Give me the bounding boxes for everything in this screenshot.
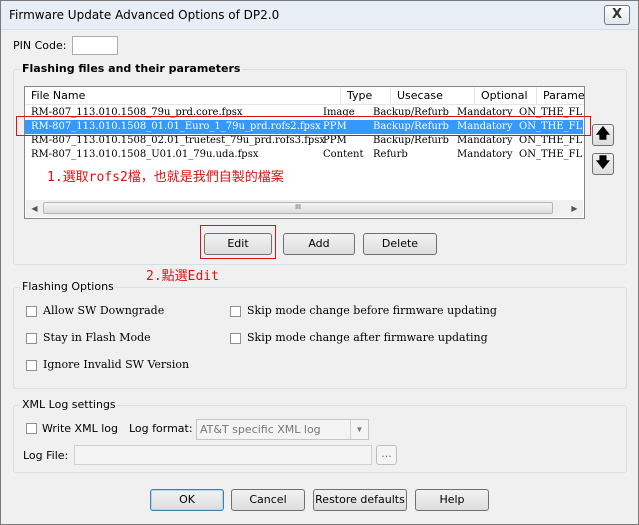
table-row[interactable]: RM-807_113.010.1508_U01.01_79u.uda.fpsx … bbox=[25, 148, 583, 162]
scroll-right-icon[interactable]: ▶ bbox=[567, 202, 582, 215]
horizontal-scrollbar[interactable]: ◀ III ▶ bbox=[26, 200, 583, 217]
cell-parameters: ON_THE_FL bbox=[519, 149, 583, 160]
ignore-invalid-sw-version-checkbox[interactable] bbox=[26, 360, 37, 371]
annotation-highlight-edit bbox=[200, 225, 276, 259]
chevron-down-icon: ▼ bbox=[350, 420, 368, 439]
column-header-parameters[interactable]: Parameters bbox=[537, 87, 584, 104]
stay-in-flash-mode-label[interactable]: Stay in Flash Mode bbox=[43, 331, 151, 344]
cell-type: PPM bbox=[323, 135, 347, 146]
cell-file-name: RM-807_113.010.1508_U01.01_79u.uda.fpsx bbox=[31, 149, 259, 160]
allow-sw-downgrade-label[interactable]: Allow SW Downgrade bbox=[43, 304, 164, 317]
cell-parameters: ON_THE_FL bbox=[519, 135, 583, 146]
annotation-step-2: 2.點選Edit bbox=[146, 269, 219, 284]
move-down-button[interactable]: 🡇 bbox=[592, 153, 614, 175]
write-xml-log-label[interactable]: Write XML log bbox=[42, 422, 118, 435]
arrow-down-icon: 🡇 bbox=[595, 155, 611, 171]
scroll-left-icon[interactable]: ◀ bbox=[27, 202, 42, 215]
window-title: Firmware Update Advanced Options of DP2.… bbox=[9, 8, 280, 22]
cell-optional: Mandatory bbox=[457, 149, 513, 160]
log-format-label: Log format: bbox=[129, 422, 193, 435]
xml-log-group-title: XML Log settings bbox=[20, 398, 118, 411]
flashing-options-group-title: Flashing Options bbox=[20, 280, 116, 293]
add-button[interactable]: Add bbox=[283, 233, 355, 255]
skip-mode-change-after-label[interactable]: Skip mode change after firmware updating bbox=[247, 331, 488, 344]
skip-mode-change-before-checkbox[interactable] bbox=[230, 306, 241, 317]
scroll-thumb[interactable]: III bbox=[43, 202, 553, 214]
title-bar: Firmware Update Advanced Options of DP2.… bbox=[1, 1, 638, 30]
log-file-input[interactable] bbox=[74, 445, 372, 465]
flashing-files-group-title: Flashing files and their parameters bbox=[20, 62, 243, 75]
close-button[interactable]: X bbox=[604, 5, 630, 25]
stay-in-flash-mode-checkbox[interactable] bbox=[26, 333, 37, 344]
write-xml-log-checkbox[interactable] bbox=[26, 423, 37, 434]
column-header-usecase[interactable]: Usecase bbox=[391, 87, 475, 104]
annotation-highlight-row bbox=[16, 116, 591, 136]
help-button[interactable]: Help bbox=[415, 489, 489, 511]
table-row[interactable]: RM-807_113.010.1508_02.01_truetest_79u_p… bbox=[25, 134, 583, 148]
move-up-button[interactable]: 🡅 bbox=[592, 124, 614, 146]
list-header: File Name Type Usecase Optional Paramete… bbox=[25, 87, 584, 105]
flashing-files-list[interactable]: File Name Type Usecase Optional Paramete… bbox=[24, 86, 585, 219]
column-header-optional[interactable]: Optional bbox=[475, 87, 537, 104]
ignore-invalid-sw-version-label[interactable]: Ignore Invalid SW Version bbox=[43, 358, 189, 371]
skip-mode-change-after-checkbox[interactable] bbox=[230, 333, 241, 344]
column-header-type[interactable]: Type bbox=[341, 87, 391, 104]
column-header-file-name[interactable]: File Name bbox=[25, 87, 341, 104]
ok-button[interactable]: OK bbox=[150, 489, 224, 511]
pin-code-input[interactable] bbox=[72, 36, 118, 55]
log-format-select[interactable]: AT&T specific XML log ▼ bbox=[196, 419, 369, 440]
log-file-label: Log File: bbox=[23, 449, 69, 462]
skip-mode-change-before-label[interactable]: Skip mode change before firmware updatin… bbox=[247, 304, 497, 317]
browse-log-file-button[interactable]: ... bbox=[376, 445, 397, 465]
cell-optional: Mandatory bbox=[457, 135, 513, 146]
arrow-up-icon: 🡅 bbox=[595, 126, 611, 142]
cell-file-name: RM-807_113.010.1508_02.01_truetest_79u_p… bbox=[31, 135, 326, 146]
delete-button[interactable]: Delete bbox=[363, 233, 437, 255]
dialog-window: Firmware Update Advanced Options of DP2.… bbox=[0, 0, 639, 525]
cell-type: Content bbox=[323, 149, 364, 160]
cell-usecase: Backup/Refurb bbox=[373, 135, 449, 146]
restore-defaults-button[interactable]: Restore defaults bbox=[313, 489, 407, 511]
allow-sw-downgrade-checkbox[interactable] bbox=[26, 306, 37, 317]
pin-code-label: PIN Code: bbox=[13, 39, 67, 52]
annotation-step-1: 1.選取rofs2檔，也就是我們自製的檔案 bbox=[47, 170, 284, 185]
log-format-value: AT&T specific XML log bbox=[200, 423, 321, 436]
cancel-button[interactable]: Cancel bbox=[231, 489, 305, 511]
cell-usecase: Refurb bbox=[373, 149, 408, 160]
